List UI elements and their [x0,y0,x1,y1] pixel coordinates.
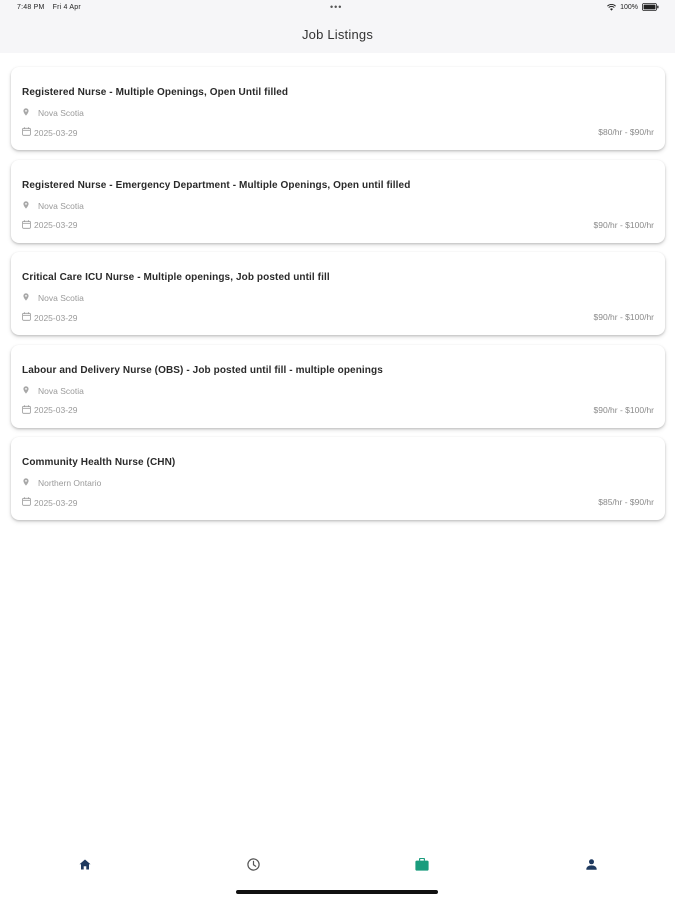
job-title: Critical Care ICU Nurse - Multiple openi… [22,272,330,283]
job-title: Community Health Nurse (CHN) [22,457,176,468]
job-location: Nova Scotia [23,108,84,118]
job-date: 2025-03-29 [22,219,78,231]
job-date-text: 2025-03-29 [34,127,78,138]
job-location-text: Nova Scotia [38,385,84,396]
status-indicators: 100% [607,3,659,11]
multitasking-dots[interactable]: ••• [330,2,342,12]
job-card[interactable]: Registered Nurse - Multiple Openings, Op… [11,67,665,150]
nav-profile[interactable] [581,854,601,874]
job-card[interactable]: Community Health Nurse (CHN) Northern On… [11,437,665,520]
job-date: 2025-03-29 [22,312,77,323]
job-pay: $85/hr - $90/hr [598,497,654,507]
job-date-text: 2025-03-29 [34,312,78,323]
wifi-icon [607,3,617,11]
briefcase-icon [415,857,429,871]
page-title: Job Listings [301,27,374,42]
job-pay: $80/hr - $90/hr [598,127,654,137]
job-title: Registered Nurse - Emergency Department … [22,179,411,191]
battery-icon [642,3,659,11]
job-date: 2025-03-29 [22,127,77,138]
calendar-icon [22,127,31,138]
job-card[interactable]: Registered Nurse - Emergency Department … [11,159,665,243]
location-pin-icon [23,385,29,396]
job-date-text: 2025-03-29 [34,220,78,230]
job-listings-screen: 7:48 PM Fri 4 Apr ••• 100% Job Listings … [0,0,675,900]
job-location: Nova Scotia [23,201,84,211]
status-date: Fri 4 Apr [52,4,81,11]
status-bar: 7:48 PM Fri 4 Apr ••• 100% [0,0,675,16]
calendar-icon [22,312,31,323]
person-icon [585,858,597,870]
job-date-text: 2025-03-29 [34,497,78,508]
job-location: Nova Scotia [23,293,84,303]
job-date: 2025-03-29 [22,404,78,416]
nav-jobs[interactable] [412,854,432,874]
status-time: 7:48 PM [17,4,45,11]
job-location-text: Northern Ontario [38,478,102,488]
job-location: Nova Scotia [23,386,84,396]
job-location-text: Nova Scotia [38,293,84,303]
job-title: Labour and Delivery Nurse (OBS) - Job po… [22,364,383,376]
location-pin-icon [23,108,29,118]
location-pin-icon [23,200,29,211]
job-location-text: Nova Scotia [38,200,84,211]
location-pin-icon [23,293,29,303]
home-icon [79,859,91,870]
nav-home[interactable] [75,854,95,874]
calendar-icon [22,219,31,231]
job-location-text: Nova Scotia [38,108,84,118]
status-time-date: 7:48 PM Fri 4 Apr [17,4,81,11]
top-area: 7:48 PM Fri 4 Apr ••• 100% Job Listings [0,0,675,53]
job-title: Registered Nurse - Multiple Openings, Op… [22,87,289,98]
home-indicator[interactable] [236,890,438,894]
battery-percent: 100% [620,3,638,11]
job-card[interactable]: Labour and Delivery Nurse (OBS) - Job po… [11,344,665,428]
job-list: Registered Nurse - Multiple Openings, Op… [11,67,665,530]
job-card[interactable]: Critical Care ICU Nurse - Multiple openi… [11,252,665,335]
location-pin-icon [23,478,29,488]
job-pay: $90/hr - $100/hr [593,312,654,322]
calendar-icon [22,497,31,508]
job-date-text: 2025-03-29 [34,405,78,415]
clock-icon [246,857,260,871]
calendar-icon [22,404,31,416]
job-pay: $90/hr - $100/hr [593,219,654,230]
nav-history[interactable] [243,854,263,874]
bottom-navigation [0,848,675,878]
job-pay: $90/hr - $100/hr [593,404,654,415]
job-location: Northern Ontario [23,478,101,488]
job-date: 2025-03-29 [22,497,77,508]
